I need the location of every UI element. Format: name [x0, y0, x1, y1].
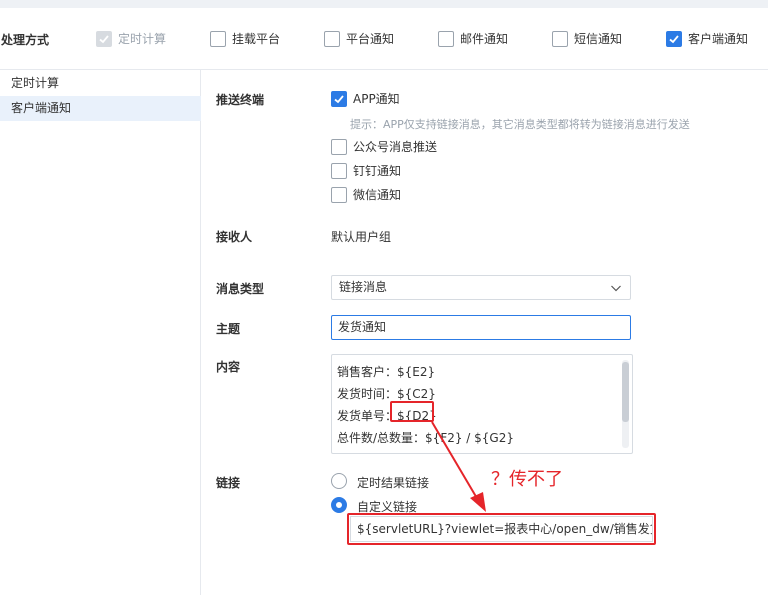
checkbox-icon[interactable]: [331, 186, 347, 203]
content-line: 发货时间：${C2}: [337, 387, 436, 401]
sidebar-item-scheduled-calc[interactable]: 定时计算: [0, 71, 201, 96]
subject-input[interactable]: 发货通知: [331, 315, 631, 340]
link-label: 链接: [216, 476, 241, 490]
option-email-notify[interactable]: 邮件通知: [438, 30, 508, 47]
option-label: APP通知: [353, 92, 400, 106]
checkbox-icon[interactable]: [438, 30, 454, 47]
option-sms-notify[interactable]: 短信通知: [552, 30, 622, 47]
content-textarea[interactable]: 销售客户：${E2} 发货时间：${C2} 发货单号：${D2} 总件数/总数量…: [331, 354, 633, 454]
top-strip: [0, 0, 768, 8]
option-dingtalk[interactable]: 钉钉通知: [331, 162, 401, 179]
option-label: 客户端通知: [688, 32, 749, 46]
content-line: 销售客户：${E2}: [337, 365, 436, 379]
checkbox-icon[interactable]: [331, 162, 347, 179]
option-label: 公众号消息推送: [353, 140, 438, 154]
option-app-notify[interactable]: APP通知: [331, 90, 400, 107]
message-type-label: 消息类型: [216, 282, 265, 296]
push-terminal-label: 推送终端: [216, 93, 265, 107]
subject-label: 主题: [216, 322, 241, 336]
radio-scheduled-result-link[interactable]: [331, 473, 347, 489]
option-label: 定时计算: [118, 32, 167, 46]
checkbox-checked-icon[interactable]: [666, 30, 682, 47]
app-hint-text: 提示：APP仅支持链接消息，其它消息类型都将转为链接消息进行发送: [350, 118, 690, 131]
message-type-value: 链接消息: [339, 280, 388, 294]
option-scheduled-calc: 定时计算: [96, 30, 166, 47]
option-mount-platform[interactable]: 挂载平台: [210, 30, 280, 47]
option-label: 邮件通知: [460, 32, 509, 46]
checkbox-icon[interactable]: [331, 138, 347, 155]
checkbox-icon[interactable]: [210, 30, 226, 47]
content-scroll-thumb[interactable]: [622, 362, 629, 422]
checkbox-checked-icon[interactable]: [331, 90, 347, 107]
checkbox-icon[interactable]: [324, 30, 340, 47]
processing-method-row: 处理方式 定时计算 挂载平台 平台通知 邮件通知 短信通知 客户端通知: [0, 8, 768, 70]
annotation-highlight-d2: [390, 401, 434, 422]
option-label: 短信通知: [574, 32, 623, 46]
option-wechat-official[interactable]: 公众号消息推送: [331, 138, 437, 155]
receiver-value: 默认用户组: [331, 230, 392, 244]
sidebar: 定时计算 客户端通知: [0, 70, 201, 595]
option-wechat[interactable]: 微信通知: [331, 186, 401, 203]
option-label: 平台通知: [346, 32, 395, 46]
option-label: 钉钉通知: [353, 164, 402, 178]
annotation-highlight-link: [347, 513, 656, 545]
option-label: 微信通知: [353, 188, 402, 202]
checkbox-icon[interactable]: [552, 30, 568, 47]
processing-method-label: 处理方式: [1, 33, 50, 47]
annotation-text: ？传不了: [491, 469, 563, 490]
message-type-select[interactable]: 链接消息: [331, 275, 631, 300]
sidebar-item-client-notify[interactable]: 客户端通知: [0, 96, 201, 121]
content-label: 内容: [216, 360, 241, 374]
content-line: 总件数/总数量：${F2} / ${G2}: [337, 431, 514, 445]
checkbox-checked-disabled-icon: [96, 30, 112, 47]
radio-label: 定时结果链接: [357, 476, 430, 490]
chevron-down-icon: [611, 285, 621, 292]
radio-custom-link[interactable]: [331, 497, 347, 513]
option-label: 挂载平台: [232, 32, 281, 46]
option-platform-notify[interactable]: 平台通知: [324, 30, 394, 47]
option-client-notify[interactable]: 客户端通知: [666, 30, 748, 47]
receiver-label: 接收人: [216, 230, 253, 244]
content-scrollbar[interactable]: [622, 360, 629, 448]
